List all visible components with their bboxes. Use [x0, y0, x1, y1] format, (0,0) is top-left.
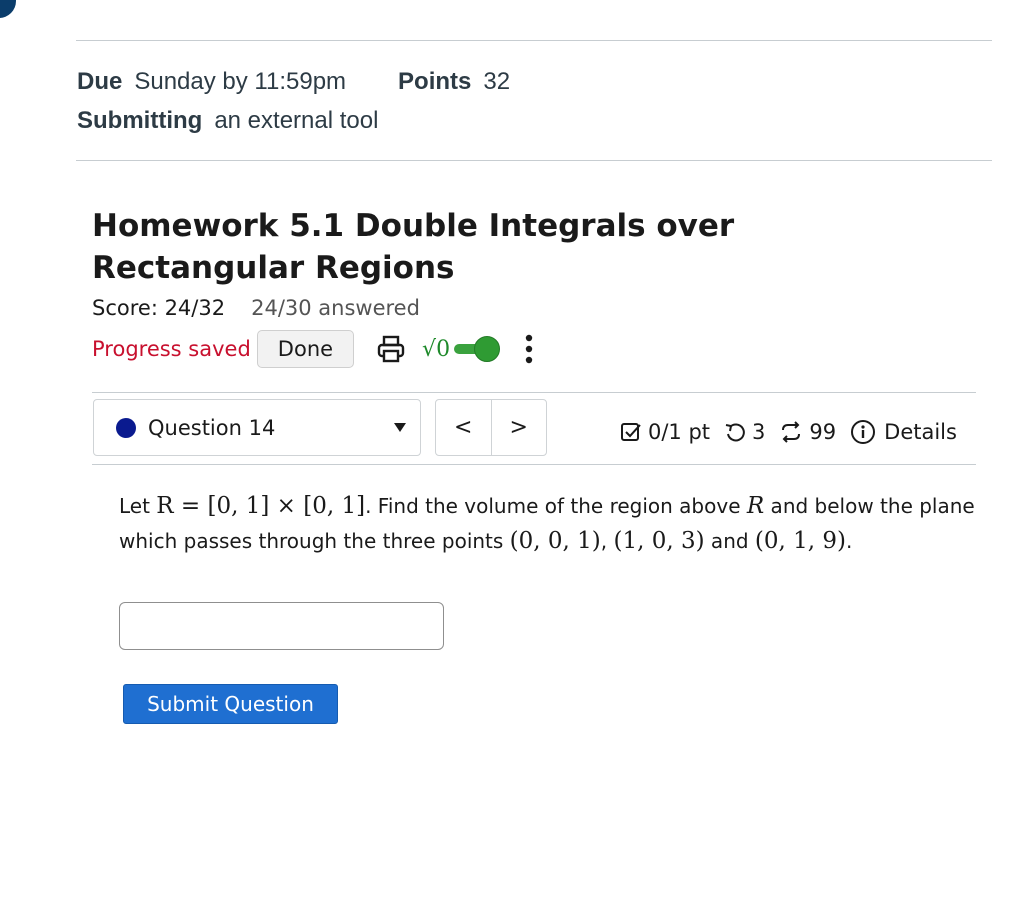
done-button[interactable]: Done — [256, 330, 355, 368]
math-expression: R = [0, 1] × [0, 1] — [156, 493, 366, 519]
previous-question-button[interactable]: < — [436, 400, 491, 455]
submitting-row: Submitting an external tool — [77, 107, 378, 135]
attempts-count: 99 — [809, 420, 837, 444]
details-button[interactable]: Details — [850, 419, 957, 445]
progress-status: Progress saved — [92, 337, 251, 361]
points-label: Points — [398, 68, 472, 95]
question-text-part: Let — [119, 494, 157, 518]
question-selector-label: Question 14 — [148, 415, 276, 440]
toggle-switch — [454, 336, 501, 362]
math-expression: (1, 0, 3) — [613, 528, 705, 554]
divider-header — [92, 392, 976, 393]
math-toggle-label: √0 — [422, 336, 451, 362]
question-text-part: . — [846, 529, 853, 553]
points-indicator: 0/1 pt — [620, 420, 710, 444]
question-text-part: , — [600, 529, 614, 553]
retries-indicator: 3 — [724, 420, 765, 444]
submitting-value: an external tool — [214, 107, 379, 134]
retry-arrows-icon — [782, 421, 801, 443]
progress-row: Progress saved Done √0 — [92, 329, 534, 369]
undo-icon — [725, 423, 745, 442]
math-expression: (0, 1, 9) — [754, 528, 847, 554]
details-label: Details — [884, 420, 957, 444]
submit-question-button[interactable]: Submit Question — [123, 684, 338, 724]
kebab-menu-icon[interactable] — [524, 332, 534, 366]
score-text: Score: 24/32 — [92, 296, 226, 320]
answer-input[interactable] — [119, 602, 444, 650]
score-row: Score: 24/32 24/30 answered — [92, 296, 420, 320]
caret-down-icon — [394, 423, 406, 432]
retries-count: 3 — [752, 420, 766, 444]
question-text: Let R = [0, 1] × [0, 1]. Find the volume… — [119, 489, 979, 559]
info-icon — [851, 420, 876, 444]
question-status-dot — [116, 417, 136, 438]
homework-title: Homework 5.1 Double Integrals over Recta… — [92, 208, 735, 286]
question-selector[interactable]: Question 14 — [93, 399, 421, 456]
due-value: Sunday by 11:59pm — [134, 68, 347, 95]
points-value: 32 — [483, 68, 511, 95]
submitting-label: Submitting — [77, 107, 203, 134]
question-text-part: . Find the volume of the region above — [365, 494, 747, 518]
divider-question — [92, 464, 976, 465]
due-points-row: Due Sunday by 11:59pm Points 32 — [77, 68, 510, 96]
points-text: 0/1 pt — [648, 420, 711, 444]
divider-meta — [76, 160, 992, 161]
question-text-part: and — [704, 529, 755, 553]
next-question-button[interactable]: > — [490, 400, 547, 455]
divider-top — [76, 40, 992, 41]
printer-icon[interactable] — [376, 334, 406, 364]
due-label: Due — [77, 68, 123, 95]
question-nav: < > — [435, 399, 547, 456]
math-display-toggle[interactable]: √0 — [422, 336, 501, 362]
checkbox-icon — [621, 423, 641, 441]
math-expression: R — [746, 493, 765, 519]
math-expression: (0, 0, 1) — [509, 528, 601, 554]
question-status-bar: 0/1 pt 3 99 Details — [620, 416, 957, 448]
answered-count: 24/30 answered — [251, 296, 420, 320]
corner-badge — [0, 0, 16, 18]
attempts-indicator: 99 — [779, 420, 836, 444]
